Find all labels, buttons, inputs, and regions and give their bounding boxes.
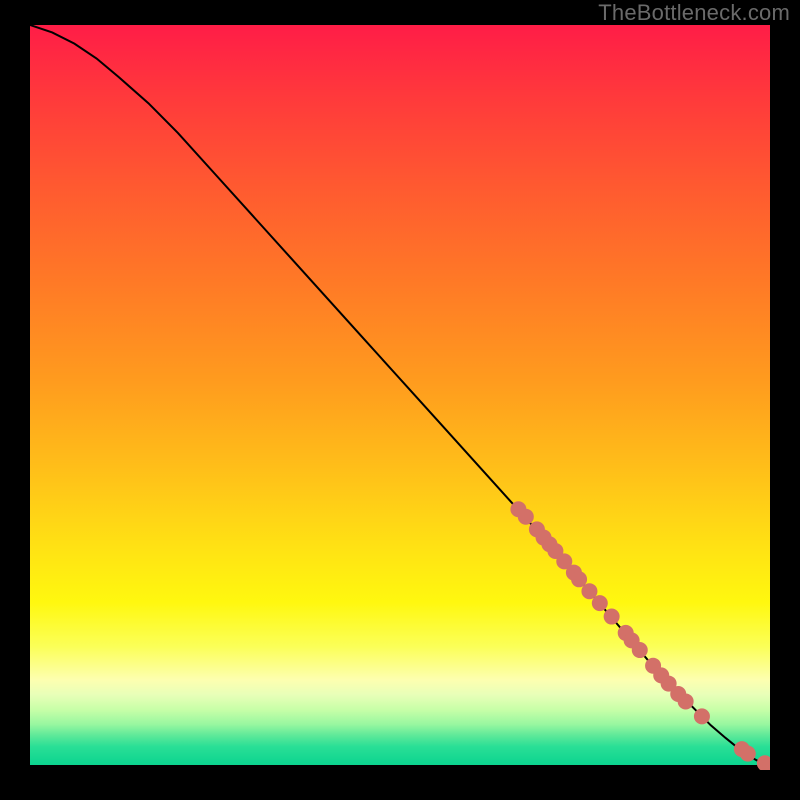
data-point-marker [604,609,620,625]
chart-plot-area [30,25,770,770]
data-point-marker [632,642,648,658]
chart-svg [30,25,770,770]
app-frame: TheBottleneck.com [0,0,800,800]
data-point-marker [694,708,710,724]
data-point-marker [518,509,534,525]
data-point-marker [592,595,608,611]
watermark-text: TheBottleneck.com [598,0,790,26]
bottleneck-curve-line [30,25,770,766]
data-point-marker [678,693,694,709]
marker-group [510,501,770,770]
data-point-marker [740,746,756,762]
